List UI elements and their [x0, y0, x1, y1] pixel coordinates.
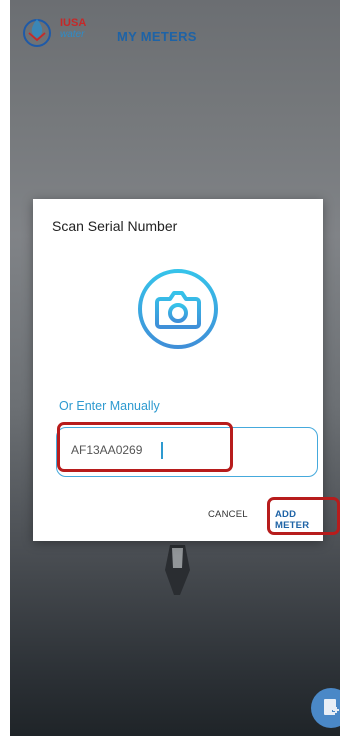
serial-number-field[interactable]	[56, 427, 318, 477]
app-screen: IUSA water MY METERS Scan Serial Number	[10, 0, 340, 736]
camera-icon[interactable]	[136, 267, 220, 351]
scan-serial-dialog: Scan Serial Number Or Enter Manually CAN…	[33, 199, 340, 541]
brand-top: IUSA	[60, 17, 87, 29]
add-meter-button[interactable]: ADD METER	[275, 509, 323, 531]
top-app-bar: IUSA water MY METERS	[10, 0, 340, 72]
cancel-button[interactable]: CANCEL	[208, 509, 248, 520]
enter-manually-label: Or Enter Manually	[59, 399, 160, 413]
brand-bottom: water	[60, 29, 85, 40]
background-post-image	[165, 545, 190, 595]
dialog-title: Scan Serial Number	[52, 218, 178, 234]
add-document-icon	[324, 699, 340, 715]
app-logo-icon	[23, 19, 51, 47]
brand-wordmark: IUSA water	[60, 17, 87, 41]
serial-number-input[interactable]	[71, 443, 271, 457]
page-title: MY METERS	[117, 29, 197, 44]
add-meter-fab[interactable]	[311, 688, 340, 728]
text-cursor	[161, 442, 163, 459]
